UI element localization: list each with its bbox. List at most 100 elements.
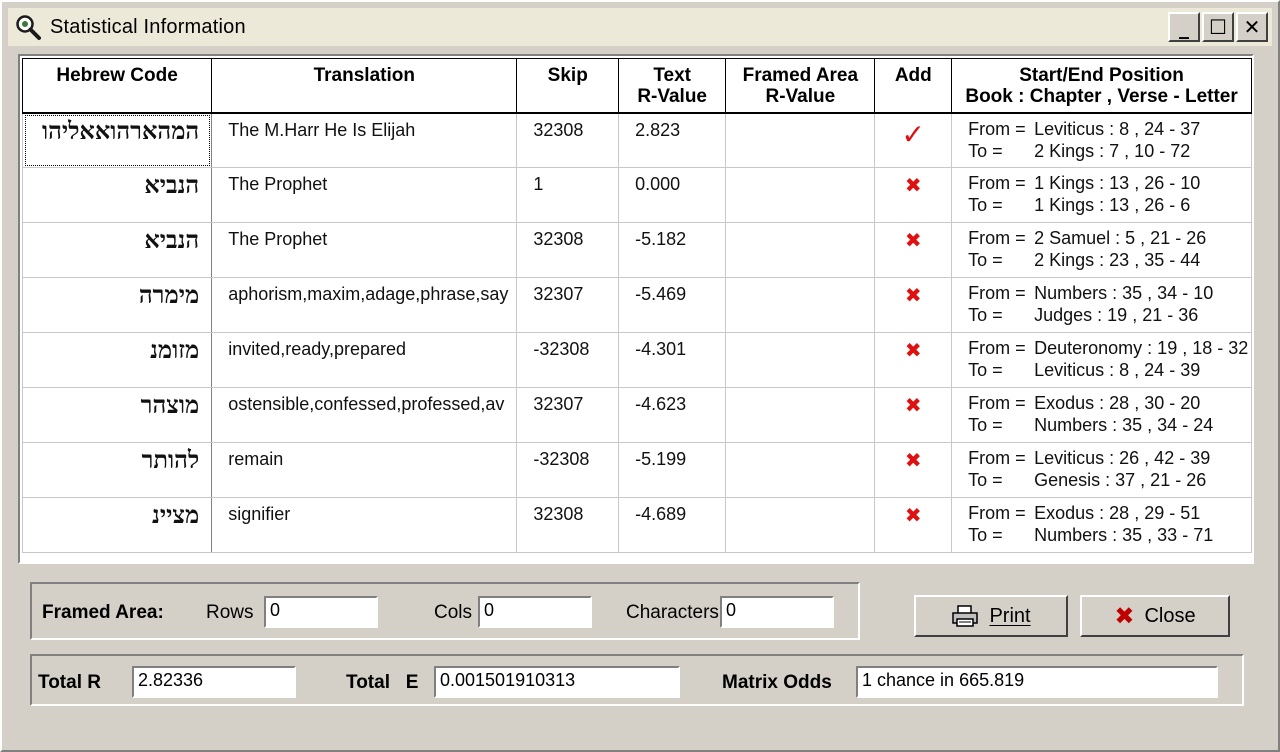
hebrew-code-cell[interactable]: הנביא xyxy=(21,222,213,278)
skip-cell[interactable]: -32308 xyxy=(516,332,620,388)
position-cell[interactable]: From = Exodus : 28 , 30 - 20 To = Numbers :… xyxy=(951,387,1252,443)
skip-cell[interactable]: -32308 xyxy=(516,442,620,498)
table-row[interactable]: מזומנ invited,ready,prepared -32308 -4.301 ✖… xyxy=(21,332,1252,388)
table-row[interactable]: הנביא The Prophet 1 0.000 ✖ From = 1 Kings : 1… xyxy=(21,167,1252,223)
add-cell[interactable]: ✖ xyxy=(874,442,953,498)
translation-cell[interactable]: ostensible,confessed,professed,av xyxy=(211,387,518,443)
text-r-value-cell[interactable]: -5.199 xyxy=(618,442,727,498)
total-r-field[interactable]: 2.82336 xyxy=(132,666,296,698)
hebrew-code-cell[interactable]: להותר xyxy=(21,442,213,498)
position-cell[interactable]: From = 1 Kings : 13 , 26 - 10 To = 1 Kings … xyxy=(951,167,1252,223)
add-cell[interactable]: ✖ xyxy=(874,167,953,223)
framed-r-value-cell[interactable] xyxy=(725,497,876,553)
text-r-value-cell[interactable]: -4.623 xyxy=(618,387,727,443)
matrix-odds-field[interactable]: 1 chance in 665.819 xyxy=(856,666,1218,698)
cols-field[interactable]: 0 xyxy=(478,596,592,628)
column-header-hebrew-code[interactable]: Hebrew Code xyxy=(21,58,213,114)
column-header-add[interactable]: Add xyxy=(874,58,953,114)
x-mark-icon[interactable]: ✖ xyxy=(905,283,922,307)
rows-field[interactable]: 0 xyxy=(264,596,378,628)
x-mark-icon[interactable]: ✖ xyxy=(905,393,922,417)
skip-cell[interactable]: 32308 xyxy=(516,497,620,553)
print-button[interactable]: Print xyxy=(914,595,1068,637)
total-e-field[interactable]: 0.001501910313 xyxy=(434,666,680,698)
text-r-value-cell[interactable]: -5.469 xyxy=(618,277,727,333)
framed-r-value-cell[interactable] xyxy=(725,167,876,223)
add-cell[interactable]: ✖ xyxy=(874,332,953,388)
framed-r-value-cell[interactable] xyxy=(725,277,876,333)
column-header-start-end-position[interactable]: Start/End Position Book : Chapter , Vers… xyxy=(951,58,1252,114)
column-header-text-r-value[interactable]: Text R-Value xyxy=(618,58,727,114)
column-header-framed-area-r-value[interactable]: Framed Area R-Value xyxy=(725,58,876,114)
position-cell[interactable]: From = Numbers : 35 , 34 - 10 To = Judges :… xyxy=(951,277,1252,333)
add-cell[interactable]: ✖ xyxy=(874,277,953,333)
text-r-value-cell[interactable]: -4.301 xyxy=(618,332,727,388)
position-cell[interactable]: From = Exodus : 28 , 29 - 51 To = Numbers :… xyxy=(951,497,1252,553)
to-position-line: To = Leviticus : 8 , 24 - 39 xyxy=(968,359,1250,381)
from-label: From = xyxy=(968,393,1026,413)
translation-cell[interactable]: remain xyxy=(211,442,518,498)
to-value: Judges : 19 , 21 - 36 xyxy=(1034,305,1199,325)
hebrew-code-cell[interactable]: מוצהר xyxy=(21,387,213,443)
add-cell[interactable]: ✖ xyxy=(874,222,953,278)
skip-cell[interactable]: 32308 xyxy=(516,112,620,168)
x-mark-icon[interactable]: ✖ xyxy=(905,228,922,252)
text-r-value-cell[interactable]: -4.689 xyxy=(618,497,727,553)
translation-cell[interactable]: invited,ready,prepared xyxy=(211,332,518,388)
title-bar[interactable]: Statistical Information _ ☐ ✕ xyxy=(8,8,1272,46)
framed-r-value-cell[interactable] xyxy=(725,222,876,278)
translation-cell[interactable]: The Prophet xyxy=(211,167,518,223)
from-value: Numbers : 35 , 34 - 10 xyxy=(1034,283,1214,303)
text-r-value-cell[interactable]: 2.823 xyxy=(618,112,727,168)
table-row[interactable]: הנביא The Prophet 32308 -5.182 ✖ From = 2 Samu… xyxy=(21,222,1252,278)
checkmark-icon[interactable]: ✓ xyxy=(902,118,925,151)
table-row[interactable]: מימרה aphorism,maxim,adage,phrase,say 3230… xyxy=(21,277,1252,333)
framed-area-label: Framed Area: xyxy=(42,602,164,623)
close-window-button[interactable]: ✕ xyxy=(1236,12,1268,42)
translation-cell[interactable]: The M.Harr He Is Elijah xyxy=(211,112,518,168)
add-cell[interactable]: ✖ xyxy=(874,387,953,443)
table-row[interactable]: מציינ signifier 32308 -4.689 ✖ From = Exodus :… xyxy=(21,497,1252,553)
skip-cell[interactable]: 32308 xyxy=(516,222,620,278)
framed-r-value-cell[interactable] xyxy=(725,332,876,388)
column-header-translation[interactable]: Translation xyxy=(211,58,518,114)
table-row[interactable]: המהארהואאליהו The M.Harr He Is Elijah 3230… xyxy=(21,112,1252,168)
hebrew-code-cell[interactable]: הנביא xyxy=(21,167,213,223)
to-label: To = xyxy=(968,195,1003,215)
maximize-button[interactable]: ☐ xyxy=(1202,12,1234,42)
matrix-odds-label: Matrix Odds xyxy=(722,672,832,693)
text-r-value-cell[interactable]: 0.000 xyxy=(618,167,727,223)
minimize-button[interactable]: _ xyxy=(1168,12,1200,42)
skip-cell[interactable]: 32307 xyxy=(516,277,620,333)
position-cell[interactable]: From = Deuteronomy : 19 , 18 - 32 To = Levi… xyxy=(951,332,1252,388)
hebrew-code-cell[interactable]: המהארהואאליהו xyxy=(21,112,213,168)
table-row[interactable]: מוצהר ostensible,confessed,professed,av 32… xyxy=(21,387,1252,443)
column-header-skip[interactable]: Skip xyxy=(516,58,620,114)
text-r-value-cell[interactable]: -5.182 xyxy=(618,222,727,278)
position-cell[interactable]: From = Leviticus : 8 , 24 - 37 To = 2 Kings… xyxy=(951,112,1252,168)
hebrew-code-cell[interactable]: מזומנ xyxy=(21,332,213,388)
skip-cell[interactable]: 1 xyxy=(516,167,620,223)
add-cell[interactable]: ✓ xyxy=(874,112,953,168)
add-cell[interactable]: ✖ xyxy=(874,497,953,553)
framed-r-value-cell[interactable] xyxy=(725,442,876,498)
x-mark-icon[interactable]: ✖ xyxy=(905,503,922,527)
hebrew-code-cell[interactable]: מימרה xyxy=(21,277,213,333)
results-grid[interactable]: Hebrew Code Translation Skip Text R-Value Fr… xyxy=(18,54,1254,564)
framed-r-value-cell[interactable] xyxy=(725,112,876,168)
position-cell[interactable]: From = 2 Samuel : 5 , 21 - 26 To = 2 Kings … xyxy=(951,222,1252,278)
to-position-line: To = Numbers : 35 , 34 - 24 xyxy=(968,414,1250,436)
translation-cell[interactable]: The Prophet xyxy=(211,222,518,278)
x-mark-icon[interactable]: ✖ xyxy=(905,338,922,362)
translation-cell[interactable]: signifier xyxy=(211,497,518,553)
translation-cell[interactable]: aphorism,maxim,adage,phrase,say xyxy=(211,277,518,333)
x-mark-icon[interactable]: ✖ xyxy=(905,448,922,472)
framed-r-value-cell[interactable] xyxy=(725,387,876,443)
hebrew-code-cell[interactable]: מציינ xyxy=(21,497,213,553)
position-cell[interactable]: From = Leviticus : 26 , 42 - 39 To = Genesi… xyxy=(951,442,1252,498)
skip-cell[interactable]: 32307 xyxy=(516,387,620,443)
characters-field[interactable]: 0 xyxy=(720,596,834,628)
table-row[interactable]: להותר remain -32308 -5.199 ✖ From = Leviticus … xyxy=(21,442,1252,498)
close-button[interactable]: ✖ Close xyxy=(1080,595,1230,637)
x-mark-icon[interactable]: ✖ xyxy=(905,173,922,197)
